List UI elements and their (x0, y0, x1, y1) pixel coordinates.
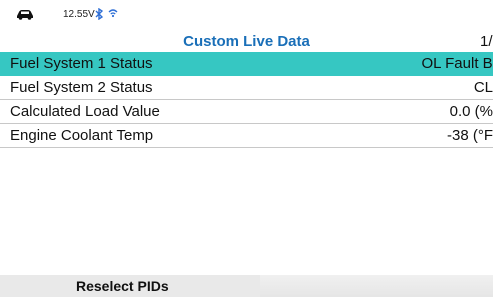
page-header: Custom Live Data 1/ (0, 30, 493, 52)
bluetooth-icon (95, 8, 103, 20)
table-row[interactable]: Engine Coolant Temp -38 (°F (0, 124, 493, 148)
pid-name: Calculated Load Value (10, 103, 160, 120)
page-title: Custom Live Data (183, 33, 310, 50)
wifi-icon (108, 9, 118, 18)
reselect-pids-button[interactable]: Reselect PIDs (0, 275, 260, 297)
pid-value: 0.0 (% (449, 103, 493, 120)
reselect-pids-label: Reselect PIDs (76, 278, 169, 294)
car-icon (17, 10, 33, 20)
pid-name: Fuel System 2 Status (10, 79, 153, 96)
table-row[interactable]: Fuel System 2 Status CL (0, 76, 493, 100)
table-row[interactable]: Fuel System 1 Status OL Fault B2 (0, 52, 493, 76)
table-row[interactable]: Calculated Load Value 0.0 (% (0, 100, 493, 124)
pid-value: OL Fault B2 (421, 55, 493, 72)
pid-name: Engine Coolant Temp (10, 127, 154, 144)
live-data-screen: 12.55V Custom Live Data 1/ Fuel System 1… (0, 0, 493, 297)
status-bar: 12.55V (0, 0, 493, 30)
pid-value: -38 (°F (446, 127, 493, 144)
page-indicator: 1/ (480, 33, 493, 50)
battery-voltage: 12.55V (63, 9, 95, 20)
bottom-toolbar: Reselect PIDs (0, 275, 493, 297)
pid-value: CL (473, 79, 493, 96)
pid-name: Fuel System 1 Status (10, 55, 153, 72)
